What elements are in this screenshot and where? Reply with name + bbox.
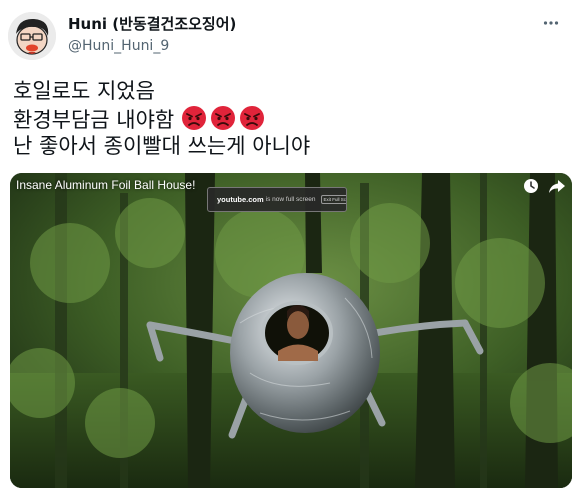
tweet-card: Huni (반동결건조오징어) @Huni_Huni_9 호일로도 지었음 환경… (0, 0, 578, 495)
forest-scene-image (10, 173, 572, 488)
more-options-button[interactable] (538, 10, 564, 36)
emoji-row (181, 105, 268, 132)
display-name[interactable]: Huni (반동결건조오징어) (68, 14, 236, 34)
share-icon[interactable] (548, 177, 566, 195)
user-handle[interactable]: @Huni_Huni_9 (68, 36, 169, 56)
fullscreen-message: is now full screen (265, 196, 316, 203)
more-dots-icon (543, 21, 559, 25)
clock-icon[interactable] (522, 177, 540, 195)
avatar[interactable] (8, 12, 56, 60)
angry-face-icon (239, 105, 264, 130)
angry-face-icon (181, 105, 206, 130)
exit-fullscreen-button[interactable]: Exit Full Screen (Esc) (320, 195, 346, 204)
angry-face-icon (210, 105, 235, 130)
avatar-cartoon-icon (8, 12, 56, 60)
tweet-line-2-text: 환경부담금 내야함 (13, 107, 175, 132)
video-title[interactable]: Insane Aluminum Foil Ball House! (16, 178, 195, 192)
tweet-text: 호일로도 지었음 환경부담금 내야함 난 좋아서 종이빨대 쓰는게 아니야 (13, 78, 310, 160)
fullscreen-notice: youtube.com is now full screen Exit Full… (207, 187, 347, 212)
tweet-line-2: 환경부담금 내야함 (13, 105, 310, 134)
watch-later-icon (524, 179, 538, 193)
tweet-line-3: 난 좋아서 종이빨대 쓰는게 아니야 (13, 134, 311, 158)
share-arrow-icon (549, 180, 565, 193)
tweet-line-1: 호일로도 지었음 (13, 79, 155, 103)
video-media[interactable]: Insane Aluminum Foil Ball House! youtube… (10, 173, 572, 488)
fullscreen-domain: youtube.com (217, 195, 264, 204)
